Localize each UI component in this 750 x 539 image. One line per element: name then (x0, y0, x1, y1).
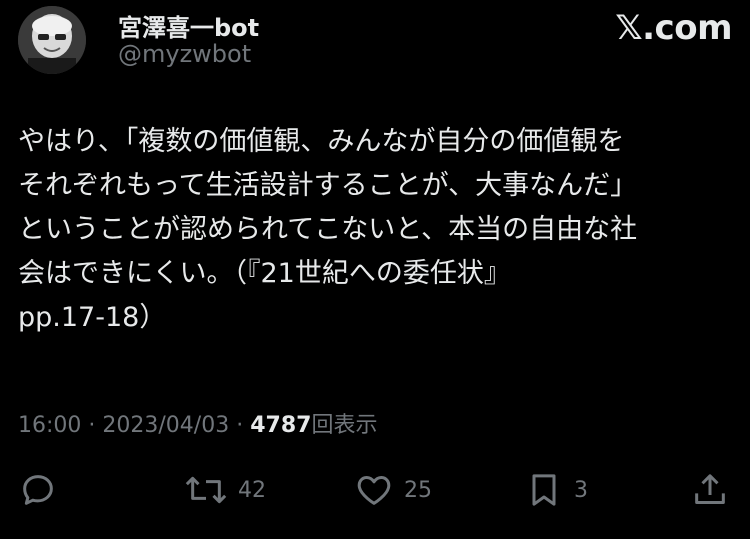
tweet-text-line: pp.17-18） (18, 302, 167, 333)
bookmark-count: 3 (574, 477, 588, 503)
meta-separator: · (88, 413, 96, 438)
like-count: 25 (404, 477, 432, 503)
tweet-text-line: 会はできにくい。（『21世紀への委任状』 (18, 258, 511, 289)
tweet-text-line: ということが認められてこないと、本当の自由な社 (18, 214, 638, 245)
tweet-meta: 16:00 · 2023/04/03 · 4787回表示 (18, 407, 377, 439)
views-count: 4787 (250, 413, 312, 438)
tweet-text-line: やはり、「複数の価値観、みんなが自分の価値観を (18, 126, 625, 157)
bookmark-icon (532, 474, 556, 506)
tweet-text: やはり、「複数の価値観、みんなが自分の価値観を それぞれもって生活設計することが… (18, 120, 732, 340)
like-button[interactable]: 25 (354, 468, 432, 512)
avatar-photo-icon (18, 6, 86, 74)
author-handle[interactable]: @myzwbot (118, 40, 251, 68)
tweet-time[interactable]: 16:00 (18, 413, 81, 438)
author-display-name[interactable]: 宮澤喜一bot (118, 8, 259, 43)
tweet-text-line: それぞれもって生活設計することが、大事なんだ」 (18, 170, 638, 201)
bookmark-button[interactable]: 3 (524, 468, 588, 512)
repost-icon (185, 476, 227, 504)
repost-count: 42 (238, 477, 266, 503)
tweet-header: 宮澤喜一bot @myzwbot 𝕏.com (18, 6, 732, 78)
share-icon (695, 474, 725, 504)
meta-separator: · (236, 413, 244, 438)
repost-button[interactable]: 42 (184, 468, 266, 512)
reply-icon (23, 475, 53, 505)
share-button[interactable] (690, 468, 730, 512)
reply-button[interactable] (18, 468, 58, 512)
views-label: 回表示 (311, 413, 378, 438)
tweet-actions: 42 25 3 (18, 468, 732, 512)
avatar[interactable] (18, 6, 86, 74)
brand-logo: 𝕏.com (615, 8, 732, 48)
heart-icon (357, 476, 391, 505)
tweet-date[interactable]: 2023/04/03 (102, 413, 229, 438)
